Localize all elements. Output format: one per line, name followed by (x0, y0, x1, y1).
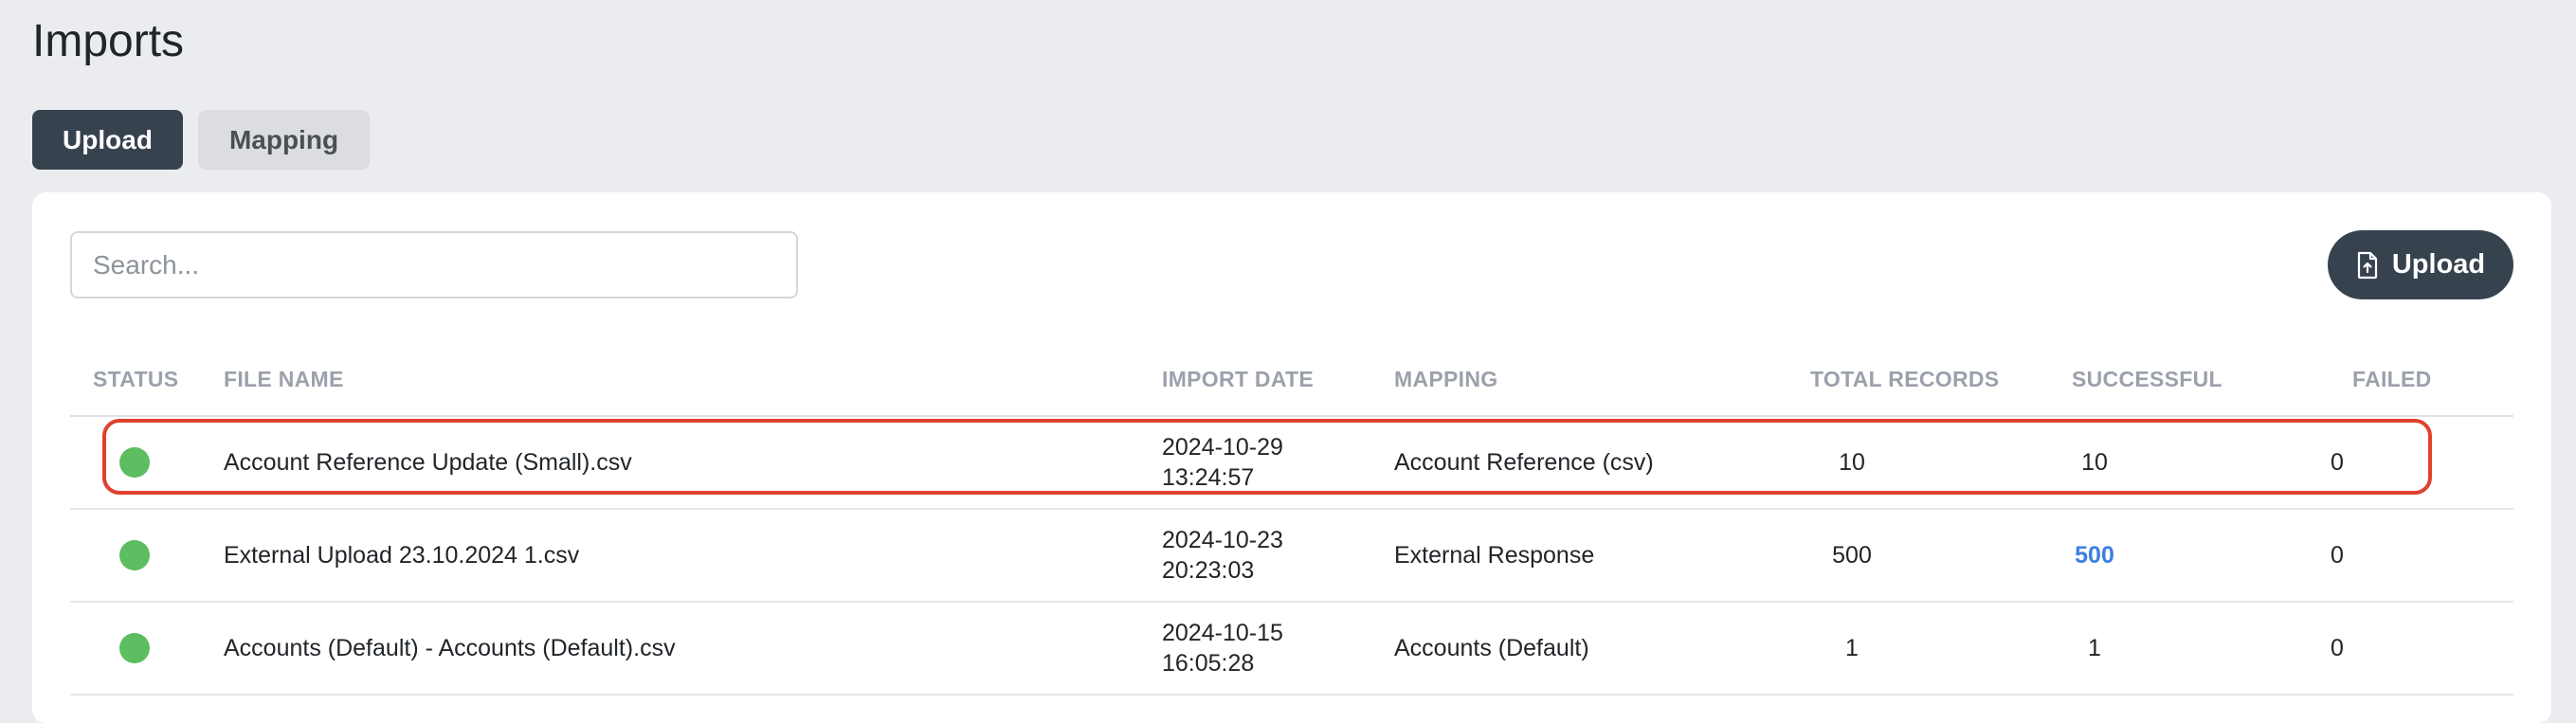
import-date-cell: 2024-10-23 20:23:03 (1162, 510, 1283, 601)
successful-cell: 500 (2019, 510, 2170, 601)
header-total-records[interactable]: TOTAL RECORDS (1810, 344, 1999, 415)
status-success-icon (119, 447, 150, 478)
tab-bar: Upload Mapping (32, 110, 370, 170)
table-row[interactable]: External Upload 23.10.2024 1.csv 2024-10… (70, 510, 2513, 603)
file-upload-icon (2357, 251, 2377, 279)
header-failed[interactable]: FAILED (2352, 344, 2432, 415)
status-cell (119, 417, 150, 508)
import-time: 13:24:57 (1162, 464, 1255, 491)
mapping-cell: External Response (1394, 541, 1595, 569)
import-date: 2024-10-15 (1162, 620, 1283, 646)
table-row[interactable]: Account Reference Update (Small).csv 202… (70, 417, 2513, 510)
mapping-cell: Account Reference (csv) (1394, 448, 1654, 476)
page-title: Imports (32, 16, 185, 66)
successful-cell: 10 (2081, 448, 2108, 476)
tab-mapping[interactable]: Mapping (198, 110, 370, 170)
upload-button[interactable]: Upload (2328, 230, 2513, 299)
search-field[interactable] (70, 231, 798, 298)
status-cell (119, 510, 150, 601)
failed-cell: 0 (2331, 541, 2344, 569)
mapping-cell: Accounts (Default) (1394, 634, 1589, 661)
failed-cell: 0 (2331, 448, 2344, 476)
imports-card: Upload STATUS FILE NAME IMPORT DATE MAPP… (32, 192, 2551, 723)
file-name-cell[interactable]: External Upload 23.10.2024 1.csv (224, 510, 579, 601)
import-time: 16:05:28 (1162, 650, 1255, 677)
file-name-cell[interactable]: Accounts (Default) - Accounts (Default).… (224, 603, 676, 694)
status-success-icon (119, 633, 150, 663)
status-cell (119, 603, 150, 694)
total-records-cell: 1 (1845, 634, 1859, 661)
imports-table: STATUS FILE NAME IMPORT DATE MAPPING TOT… (70, 344, 2513, 696)
file-name-cell[interactable]: Account Reference Update (Small).csv (224, 417, 632, 508)
failed-cell: 0 (2331, 634, 2344, 661)
successful-cell: 1 (2088, 634, 2101, 661)
upload-button-label: Upload (2391, 249, 2486, 280)
header-successful[interactable]: SUCCESSFUL (2072, 344, 2222, 415)
import-date: 2024-10-29 (1162, 434, 1283, 461)
table-header: STATUS FILE NAME IMPORT DATE MAPPING TOT… (70, 344, 2513, 417)
header-status[interactable]: STATUS (93, 344, 178, 415)
status-success-icon (119, 540, 150, 570)
header-mapping[interactable]: MAPPING (1394, 344, 1497, 415)
table-row[interactable]: Accounts (Default) - Accounts (Default).… (70, 603, 2513, 696)
search-input[interactable] (72, 233, 796, 297)
import-date-cell: 2024-10-15 16:05:28 (1162, 603, 1283, 694)
tab-upload[interactable]: Upload (32, 110, 183, 170)
import-date-cell: 2024-10-29 13:24:57 (1162, 417, 1283, 508)
import-time: 20:23:03 (1162, 557, 1255, 584)
header-import-date[interactable]: IMPORT DATE (1162, 344, 1314, 415)
import-date: 2024-10-23 (1162, 527, 1283, 553)
total-records-cell: 500 (1832, 541, 1872, 569)
header-file-name[interactable]: FILE NAME (224, 344, 344, 415)
successful-link[interactable]: 500 (2075, 542, 2114, 569)
total-records-cell: 10 (1839, 448, 1865, 476)
